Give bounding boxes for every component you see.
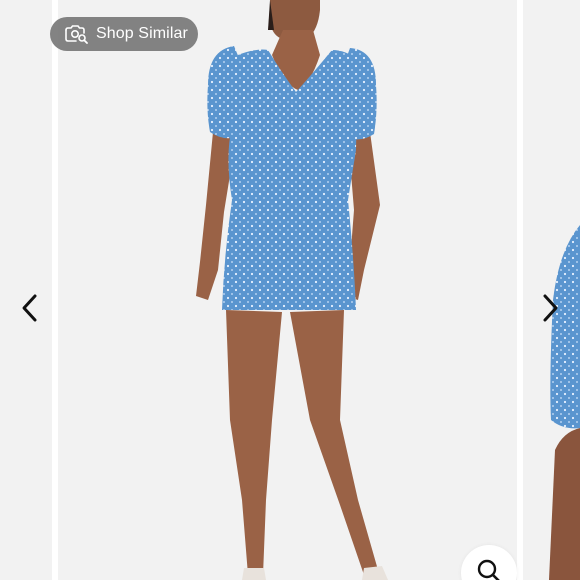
chevron-right-icon: [543, 294, 558, 322]
shop-similar-label: Shop Similar: [96, 25, 188, 42]
next-product-photo: [549, 225, 580, 580]
chevron-left-icon: [22, 294, 37, 322]
previous-slide-peek[interactable]: [0, 0, 52, 580]
product-photo: [196, 0, 388, 580]
product-image-slide[interactable]: [58, 0, 517, 580]
camera-search-icon: [64, 24, 88, 44]
shop-similar-button[interactable]: Shop Similar: [50, 17, 198, 51]
image-carousel: Shop Similar: [0, 0, 580, 580]
model-figure: [196, 0, 388, 580]
magnifier-icon: [477, 559, 500, 580]
previous-image-button[interactable]: [14, 292, 46, 324]
next-image-button[interactable]: [534, 292, 566, 324]
next-slide-peek[interactable]: [523, 0, 580, 580]
